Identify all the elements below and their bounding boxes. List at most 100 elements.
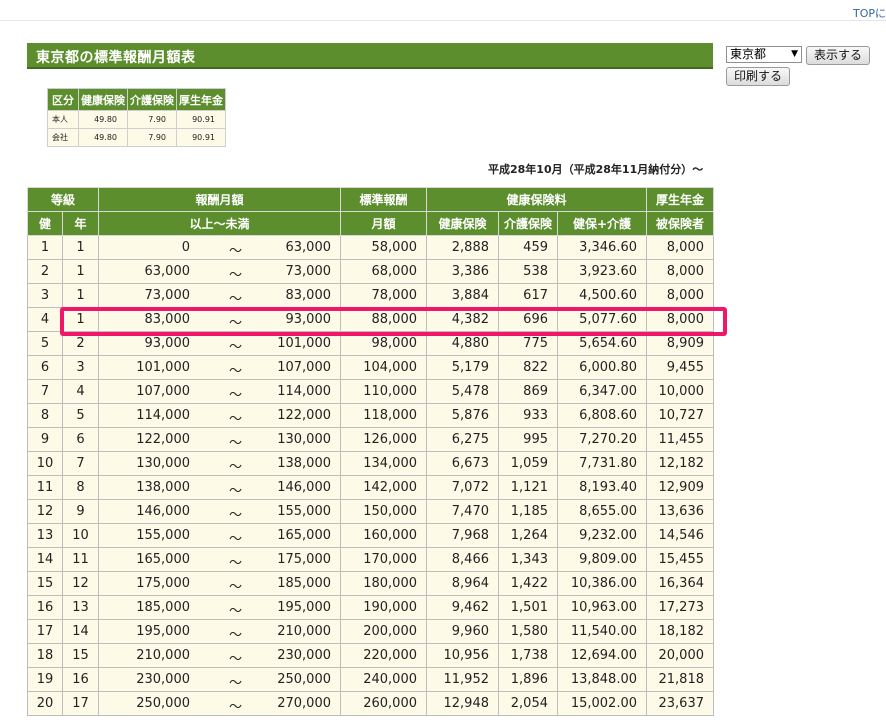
health-care-total-cell: 10,386.00 — [557, 571, 647, 596]
range-upper: 185,000 — [277, 576, 331, 591]
grade-header-row-2: 健 年 以上〜未満 月額 健康保険 介護保険 健保+介護 被保険者 — [27, 211, 714, 236]
health-ins-cell: 9,462 — [426, 595, 499, 620]
rate-header-category: 区分 — [47, 88, 79, 111]
grade-table: 等級 報酬月額 標準報酬 健康保険料 厚生年金 健 年 以上〜未満 月額 健康保… — [27, 187, 714, 716]
grade-nen-cell: 1 — [62, 259, 99, 284]
range-tilde: 〜 — [229, 292, 243, 307]
health-care-total-cell: 8,655.00 — [557, 499, 647, 524]
health-care-total-cell: 6,808.60 — [557, 403, 647, 428]
top-link[interactable]: TOPに — [853, 5, 886, 21]
health-care-total-cell: 6,347.00 — [557, 379, 647, 404]
table-row: 1 1 0 〜 63,000 58,000 2,888 459 3,346.60 8,000 — [27, 235, 714, 260]
care-ins-cell: 1,738 — [498, 643, 558, 668]
health-ins-cell: 10,956 — [426, 643, 499, 668]
range-upper: 195,000 — [277, 600, 331, 615]
top-bar: TOPに — [0, 0, 886, 21]
health-ins-cell: 7,470 — [426, 499, 499, 524]
rate-header-health: 健康保険 — [78, 88, 128, 111]
range-upper: 73,000 — [285, 264, 332, 279]
range-tilde: 〜 — [229, 412, 243, 427]
range-cell: 165,000 〜 175,000 — [98, 547, 341, 572]
rate-header-pension: 厚生年金 — [176, 88, 226, 111]
page-title: 東京都の標準報酬月額表 — [36, 50, 196, 66]
range-lower: 130,000 — [136, 456, 190, 471]
range-lower: 0 — [181, 240, 190, 255]
pension-cell: 10,000 — [646, 379, 714, 404]
grade-ken-cell: 14 — [27, 547, 63, 572]
range-cell: 210,000 〜 230,000 — [98, 643, 341, 668]
range-cell: 250,000 〜 270,000 — [98, 691, 341, 716]
pension-cell: 13,636 — [646, 499, 714, 524]
range-lower: 122,000 — [136, 432, 190, 447]
health-ins-cell: 12,948 — [426, 691, 499, 716]
prefecture-select-value: 東京都 — [730, 47, 767, 61]
grade-ken-cell: 3 — [27, 283, 63, 308]
pension-cell: 17,273 — [646, 595, 714, 620]
grade-ken-cell: 18 — [27, 643, 63, 668]
pension-cell: 14,546 — [646, 523, 714, 548]
table-row: 3 1 73,000 〜 83,000 78,000 3,884 617 4,500.60 8,0… — [27, 283, 714, 308]
health-ins-header: 健康保険 — [426, 211, 499, 236]
table-row: 19 16 230,000 〜 250,000 240,000 11,952 1,896 13,… — [27, 667, 714, 692]
grade-ken-cell: 1 — [27, 235, 63, 260]
table-row: 18 15 210,000 〜 230,000 220,000 10,956 1,738 12,… — [27, 643, 714, 668]
range-tilde: 〜 — [229, 436, 243, 451]
range-tilde: 〜 — [229, 604, 243, 619]
range-tilde: 〜 — [229, 388, 243, 403]
pension-cell: 16,364 — [646, 571, 714, 596]
care-ins-cell: 459 — [498, 235, 558, 260]
range-tilde: 〜 — [229, 340, 243, 355]
table-row: 6 3 101,000 〜 107,000 104,000 5,179 822 6,000.80… — [27, 355, 714, 380]
ken-header: 健 — [27, 211, 63, 236]
standard-monthly-cell: 170,000 — [340, 547, 427, 572]
pension-cell: 12,909 — [646, 475, 714, 500]
grade-nen-cell: 3 — [62, 355, 99, 380]
range-upper: 138,000 — [277, 456, 331, 471]
health-care-total-cell: 9,809.00 — [557, 547, 647, 572]
health-care-total-cell: 8,193.40 — [557, 475, 647, 500]
grade-nen-cell: 10 — [62, 523, 99, 548]
range-upper: 130,000 — [277, 432, 331, 447]
grade-nen-cell: 12 — [62, 571, 99, 596]
prefecture-select[interactable]: 東京都 ▼ — [726, 46, 802, 63]
grade-ken-cell: 5 — [27, 331, 63, 356]
print-button[interactable]: 印刷する — [726, 67, 790, 86]
table-row: 8 5 114,000 〜 122,000 118,000 5,876 933 6,808.60… — [27, 403, 714, 428]
range-upper: 155,000 — [277, 504, 331, 519]
health-care-total-cell: 15,002.00 — [557, 691, 647, 716]
pension-cell: 20,000 — [646, 643, 714, 668]
health-ins-cell: 9,960 — [426, 619, 499, 644]
rate-table: 区分 健康保険 介護保険 厚生年金 本人 49.80 7.90 90.91 会社… — [47, 88, 226, 147]
care-ins-cell: 1,264 — [498, 523, 558, 548]
grade-ken-cell: 6 — [27, 355, 63, 380]
range-upper: 175,000 — [277, 552, 331, 567]
health-care-total-cell: 7,270.20 — [557, 427, 647, 452]
health-care-header: 健保+介護 — [557, 211, 647, 236]
rate-cell: 会社 — [47, 128, 79, 147]
range-tilde: 〜 — [229, 652, 243, 667]
table-row: 2 1 63,000 〜 73,000 68,000 3,386 538 3,923.60 8,0… — [27, 259, 714, 284]
range-upper: 250,000 — [277, 672, 331, 687]
range-lower: 114,000 — [136, 408, 190, 423]
show-button[interactable]: 表示する — [806, 46, 870, 65]
health-ins-cell: 5,876 — [426, 403, 499, 428]
grade-ken-cell: 11 — [27, 475, 63, 500]
care-ins-cell: 1,580 — [498, 619, 558, 644]
range-tilde: 〜 — [229, 244, 243, 259]
standard-monthly-cell: 118,000 — [340, 403, 427, 428]
care-ins-cell: 995 — [498, 427, 558, 452]
range-lower: 73,000 — [144, 288, 191, 303]
care-ins-cell: 2,054 — [498, 691, 558, 716]
rate-row-company: 会社 49.80 7.90 90.91 — [47, 128, 226, 147]
range-upper: 83,000 — [285, 288, 332, 303]
range-cell: 73,000 〜 83,000 — [98, 283, 341, 308]
health-ins-cell: 2,888 — [426, 235, 499, 260]
table-row: 14 11 165,000 〜 175,000 170,000 8,466 1,343 9,80… — [27, 547, 714, 572]
range-cell: 230,000 〜 250,000 — [98, 667, 341, 692]
rate-cell: 本人 — [47, 110, 79, 129]
range-upper: 101,000 — [277, 336, 331, 351]
monthly-header: 月額 — [340, 211, 427, 236]
table-row: 9 6 122,000 〜 130,000 126,000 6,275 995 7,270.20… — [27, 427, 714, 452]
grade-nen-cell: 13 — [62, 595, 99, 620]
grade-nen-cell: 4 — [62, 379, 99, 404]
